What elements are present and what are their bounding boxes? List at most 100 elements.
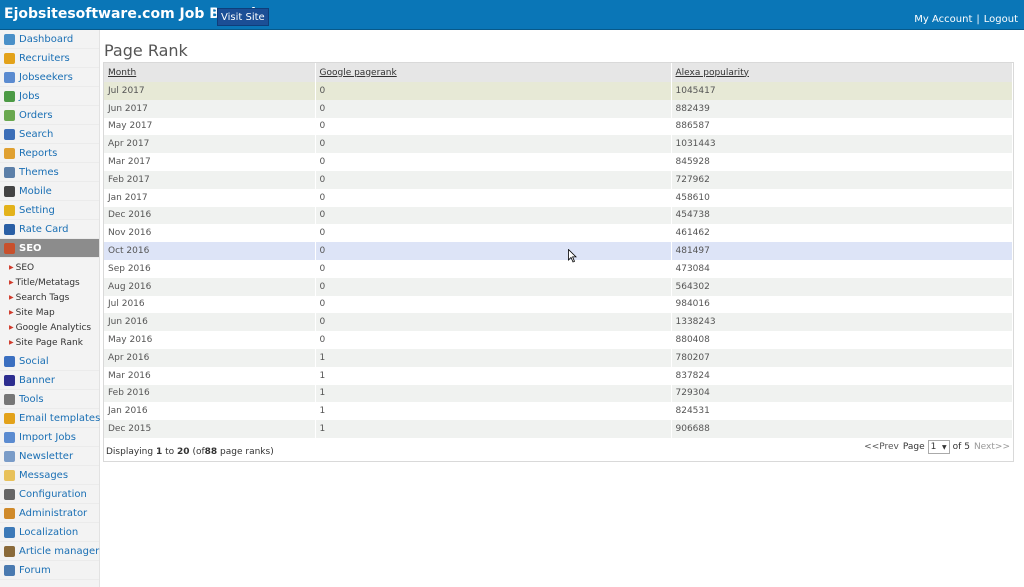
cell-alexa-popularity: 461462 [671,224,1013,243]
recruiter-icon [4,52,15,64]
sidebar-item-label: Reports [19,147,58,159]
seo-subitem-seo[interactable]: ▶ SEO [0,260,99,275]
table-row[interactable]: Jul 2016 0 984016 [104,295,1013,314]
cell-alexa-popularity: 1338243 [671,313,1013,332]
sidebar-item-article-manager[interactable]: Article manager [0,542,99,561]
cell-alexa-popularity: 1031443 [671,135,1013,154]
table-row[interactable]: Jun 2017 0 882439 [104,99,1013,118]
table-row[interactable]: Jul 2017 0 1045417 [104,82,1013,100]
import-icon [4,431,15,443]
sidebar-item-tools[interactable]: Tools [0,390,99,409]
table-row[interactable]: Feb 2016 1 729304 [104,384,1013,403]
dollar-icon [4,223,15,235]
sidebar-item-seo[interactable]: SEO [0,239,99,258]
cell-month: Mar 2017 [104,153,316,171]
seo-subitem-site-map[interactable]: ▶ Site Map [0,305,99,320]
table-row[interactable]: Jun 2016 0 1338243 [104,313,1013,332]
orders-icon [4,109,15,121]
sidebar-item-jobseekers[interactable]: Jobseekers [0,68,99,87]
sidebar-item-label: Orders [19,109,53,121]
bullet-arrow-icon: ▶ [9,339,14,346]
cell-month: Feb 2017 [104,170,316,189]
social-icon [4,355,15,367]
visit-site-button[interactable]: Visit Site [217,8,269,26]
logout-link[interactable]: Logout [984,14,1018,25]
table-row[interactable]: Dec 2015 1 906688 [104,420,1013,438]
page-select[interactable]: 1 ▼ [927,440,950,454]
sidebar-item-localization[interactable]: Localization [0,523,99,542]
table-row[interactable]: Jan 2017 0 458610 [104,188,1013,207]
sidebar-item-dashboard[interactable]: Dashboard [0,30,99,49]
seo-subitem-google-analytics[interactable]: ▶ Google Analytics [0,320,99,335]
sidebar-item-jobs[interactable]: Jobs [0,87,99,106]
article-icon [4,545,15,557]
table-row[interactable]: Sep 2016 0 473084 [104,259,1013,278]
table-row[interactable]: Jan 2016 1 824531 [104,402,1013,421]
sidebar-item-newsletter[interactable]: Newsletter [0,447,99,466]
sidebar-item-recruiters[interactable]: Recruiters [0,49,99,68]
sidebar-item-mobile[interactable]: Mobile [0,182,99,201]
cell-month: Jan 2017 [104,188,316,207]
sidebar-item-banner[interactable]: Banner [0,371,99,390]
cell-google-pagerank: 0 [315,135,672,154]
cell-google-pagerank: 0 [315,170,672,189]
table-row[interactable]: Feb 2017 0 727962 [104,170,1013,189]
sidebar-item-administrator[interactable]: Administrator [0,504,99,523]
sidebar-item-messages[interactable]: Messages [0,466,99,485]
sidebar-item-import-jobs[interactable]: Import Jobs [0,428,99,447]
jobs-icon [4,90,15,102]
bullet-arrow-icon: ▶ [9,264,14,271]
cell-month: Dec 2016 [104,206,316,225]
sidebar-item-label: Rate Card [19,223,69,235]
sidebar-item-social[interactable]: Social [0,352,99,371]
table-row[interactable]: Mar 2016 1 837824 [104,366,1013,385]
sidebar-item-search[interactable]: Search [0,125,99,144]
table-row[interactable]: Nov 2016 0 461462 [104,224,1013,243]
table-row[interactable]: Oct 2016 0 481497 [104,242,1013,260]
table-row[interactable]: Dec 2016 0 454738 [104,206,1013,225]
cell-alexa-popularity: 458610 [671,188,1013,207]
sidebar-item-themes[interactable]: Themes [0,163,99,182]
cell-alexa-popularity: 481497 [671,242,1013,260]
table-row[interactable]: May 2017 0 886587 [104,117,1013,136]
cell-alexa-popularity: 824531 [671,402,1013,421]
next-page-link[interactable]: Next>> [974,442,1010,452]
cell-google-pagerank: 0 [315,313,672,332]
cell-google-pagerank: 1 [315,420,672,438]
seo-subitem-site-page-rank[interactable]: ▶ Site Page Rank [0,335,99,350]
table-row[interactable]: May 2016 0 880408 [104,331,1013,349]
chevron-down-icon: ▼ [942,443,947,451]
table-row[interactable]: Aug 2016 0 564302 [104,277,1013,296]
sidebar-item-setting[interactable]: Setting [0,201,99,220]
seo-subitem-title-metatags[interactable]: ▶ Title/Metatags [0,275,99,290]
cell-google-pagerank: 1 [315,348,672,367]
sidebar-item-reports[interactable]: Reports [0,144,99,163]
sidebar-item-email-templates[interactable]: Email templates [0,409,101,428]
sidebar-item-configuration[interactable]: Configuration [0,485,99,504]
localization-icon [4,526,15,538]
cell-month: Jun 2016 [104,313,316,332]
table-row[interactable]: Apr 2016 1 780207 [104,348,1013,367]
prev-page-link[interactable]: <<Prev [864,442,899,452]
my-account-link[interactable]: My Account [914,14,972,25]
cell-alexa-popularity: 845928 [671,153,1013,171]
seo-subitem-search-tags[interactable]: ▶ Search Tags [0,290,99,305]
sidebar-item-label: Messages [19,469,69,481]
pager: <<Prev Page 1 ▼ of 5 Next>> [864,440,1010,454]
table-row[interactable]: Mar 2017 0 845928 [104,153,1013,171]
column-header-month[interactable]: Month [104,63,316,82]
sidebar: Dashboard Recruiters Jobseekers Jobs Orders S… [0,30,100,587]
cell-google-pagerank: 0 [315,153,672,171]
cell-alexa-popularity: 837824 [671,366,1013,385]
cell-google-pagerank: 0 [315,99,672,118]
column-header-google-pagerank[interactable]: Google pagerank [315,63,672,82]
sidebar-item-orders[interactable]: Orders [0,106,99,125]
table-row[interactable]: Apr 2017 0 1031443 [104,135,1013,154]
sidebar-item-label: Newsletter [19,450,74,462]
sidebar-item-forum[interactable]: Forum [0,561,99,580]
sidebar-item-label: Import Jobs [19,431,76,443]
column-header-alexa-popularity[interactable]: Alexa popularity [671,63,1013,82]
sidebar-item-rate-card[interactable]: Rate Card [0,220,99,239]
sidebar-item-label: Email templates [19,412,101,424]
configuration-icon [4,488,15,500]
